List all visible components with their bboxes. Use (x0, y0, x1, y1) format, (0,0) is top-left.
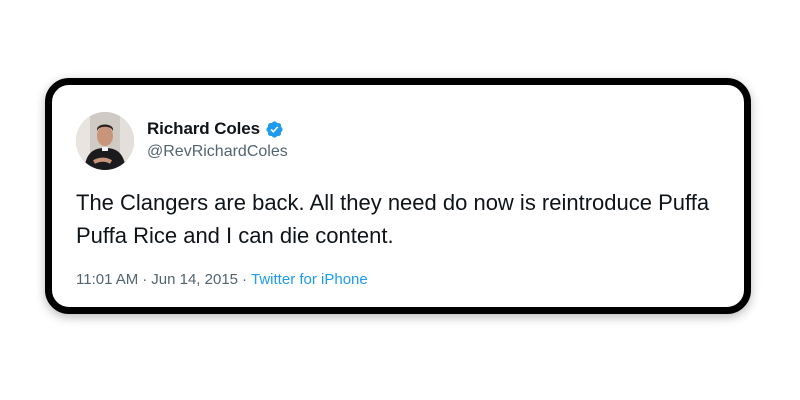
author-display-name[interactable]: Richard Coles (147, 119, 260, 139)
tweet-metadata: 11:01 AM · Jun 14, 2015 · Twitter for iPhone (76, 271, 368, 288)
separator-dot: · (142, 271, 148, 288)
avatar-image (76, 112, 134, 170)
author-handle[interactable]: @RevRichardColes (147, 143, 288, 161)
avatar[interactable] (76, 112, 134, 170)
tweet-source-link[interactable]: Twitter for iPhone (251, 271, 368, 288)
verified-badge-icon (265, 120, 284, 139)
tweet-card: Richard Coles @RevRichardColes The Clang… (45, 78, 751, 314)
author-name-row: Richard Coles (147, 119, 284, 139)
tweet-time[interactable]: 11:01 AM (76, 271, 138, 288)
separator-dot: · (242, 271, 248, 288)
tweet-text: The Clangers are back. All they need do … (76, 190, 710, 248)
tweet-date[interactable]: Jun 14, 2015 (151, 271, 238, 288)
screenshot-stage: Richard Coles @RevRichardColes The Clang… (0, 0, 800, 400)
